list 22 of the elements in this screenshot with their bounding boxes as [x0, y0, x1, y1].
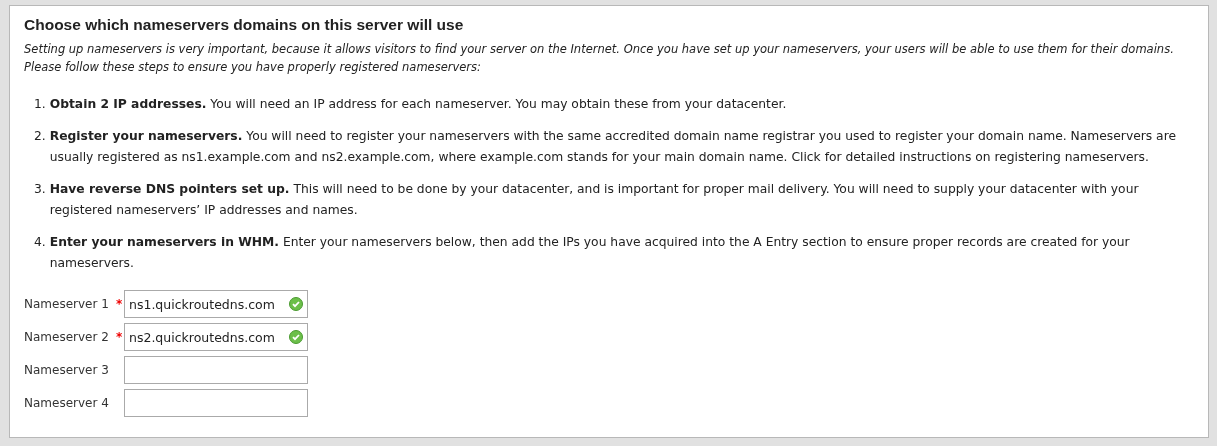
step-number: 2.	[34, 128, 46, 145]
check-icon	[289, 330, 303, 344]
intro-text: Setting up nameservers is very important, because it allows visitors to find your server on the Internet. Once you have set up your nameservers, your users will be able to use them for their domains. Please follow these steps to ensure you have properly registered nameservers:	[24, 41, 1175, 76]
nameserver-field[interactable]	[124, 356, 308, 384]
field-label: Nameserver 4	[24, 396, 110, 410]
check-icon	[289, 297, 303, 311]
field-label: Nameserver 1	[24, 297, 110, 311]
step-text: Have reverse DNS pointers set up. This will need to be done by your datacenter, and is important for proper mail delivery. You will need to supply your datacenter with your registered nameservers’ IP addresses and names.	[49, 181, 1140, 219]
step-text: Obtain 2 IP addresses. You will need an IP address for each nameserver. You may obtain these from your datacenter.	[49, 96, 787, 113]
nameserver-field[interactable]: ns2.quickroutedns.com	[124, 323, 308, 351]
field-label: Nameserver 3	[24, 363, 110, 377]
step-number: 4.	[34, 234, 46, 251]
nameserver-field[interactable]: ns1.quickroutedns.com	[124, 290, 308, 318]
nameserver-field[interactable]	[124, 389, 308, 417]
step-number: 1.	[34, 96, 46, 113]
step-number: 3.	[34, 181, 46, 198]
panel-title: Choose which nameservers domains on this server will use	[24, 16, 465, 34]
required-mark: *	[116, 297, 123, 311]
required-mark: *	[116, 330, 123, 344]
step-text: Register your nameservers. You will need to register your nameservers with the same accredited domain name registrar you used to register your domain name. Nameservers are usually registered as ns1.example.com and ns2.example.com, where example.com stands for your main domain name. Click for detailed instructions on registering nameservers.	[49, 128, 1177, 166]
field-label: Nameserver 2	[24, 330, 110, 344]
step-text: Enter your nameservers in WHM. Enter your nameservers below, then add the IPs you have acquired into the A Entry section to ensure proper records are created for your nameservers.	[49, 234, 1131, 272]
